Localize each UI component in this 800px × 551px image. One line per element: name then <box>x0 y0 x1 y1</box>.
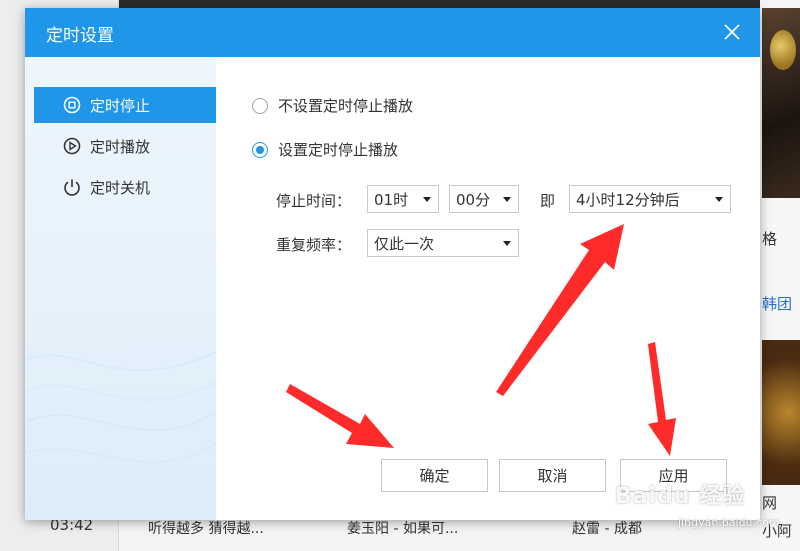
timer-stop-icon <box>62 95 82 115</box>
dialog-titlebar: 定时设置 <box>25 8 760 57</box>
dialog-title: 定时设置 <box>46 26 114 46</box>
option-set-timer[interactable]: 设置定时停止播放 <box>252 139 398 160</box>
option-no-timer[interactable]: 不设置定时停止播放 <box>252 95 413 116</box>
close-icon <box>724 24 740 40</box>
countdown-select[interactable]: 4小时12分钟后 <box>569 185 731 213</box>
background-song-title[interactable]: 听得越多 猜得越... <box>148 518 264 538</box>
ok-button[interactable]: 确定 <box>381 459 488 492</box>
background-right-text: 网 <box>762 494 778 512</box>
background-right-text: 格 <box>762 230 778 248</box>
option-no-timer-label: 不设置定时停止播放 <box>278 97 414 115</box>
chevron-down-icon <box>503 197 511 202</box>
repeat-select[interactable]: 仅此一次 <box>367 229 519 257</box>
stop-minute-select[interactable]: 00分 <box>449 185 519 213</box>
baidu-watermark: Baidu 经验 <box>615 484 746 509</box>
background-song-title[interactable]: 姜玉阳 - 如果可... <box>347 518 458 538</box>
dialog-sidebar: 定时停止 定时播放 定时关机 <box>25 57 216 520</box>
cancel-button[interactable]: 取消 <box>499 459 606 492</box>
radio-set-timer[interactable] <box>252 141 268 158</box>
chevron-down-icon <box>423 197 431 202</box>
sidebar-item-label: 定时停止 <box>90 96 151 115</box>
stop-minute-value: 00分 <box>456 190 491 209</box>
power-icon <box>62 177 82 197</box>
countdown-value: 4小时12分钟后 <box>576 190 680 209</box>
baidu-watermark-url: jingyan.baidu.com <box>678 516 780 529</box>
sidebar-decorative-swirl <box>25 350 216 464</box>
background-song-title[interactable]: 赵雷 - 成都 <box>572 518 642 538</box>
sidebar-item-timer-play[interactable]: 定时播放 <box>34 128 216 164</box>
dialog-content: 不设置定时停止播放 设置定时停止播放 停止时间： 01时 00分 即 4小时12… <box>216 57 760 520</box>
timer-play-icon <box>62 136 82 156</box>
repeat-label: 重复频率： <box>276 236 352 254</box>
chevron-down-icon <box>503 241 511 246</box>
background-album-image[interactable] <box>762 340 800 485</box>
background-right-link[interactable]: 韩团 <box>762 293 792 314</box>
stop-hour-select[interactable]: 01时 <box>367 185 439 213</box>
close-button[interactable] <box>718 18 746 46</box>
timer-settings-dialog: 定时设置 定时停止 定时播放 定时关机 不设置定时停止播放 设置定时停止播放 停… <box>25 8 760 520</box>
sidebar-item-timer-shutdown[interactable]: 定时关机 <box>34 169 216 205</box>
sidebar-item-label: 定时播放 <box>90 137 151 156</box>
chevron-down-icon <box>715 197 723 202</box>
repeat-value: 仅此一次 <box>374 234 435 253</box>
gramophone-horn-image <box>770 30 796 70</box>
stop-time-label: 停止时间： <box>276 192 352 210</box>
sidebar-item-label: 定时关机 <box>90 178 151 197</box>
stop-hour-value: 01时 <box>374 190 409 209</box>
sidebar-item-timer-stop[interactable]: 定时停止 <box>34 87 216 123</box>
option-set-timer-label: 设置定时停止播放 <box>278 141 399 159</box>
radio-no-timer[interactable] <box>252 97 268 114</box>
ji-label: 即 <box>540 192 556 210</box>
background-top-strip <box>0 0 800 8</box>
